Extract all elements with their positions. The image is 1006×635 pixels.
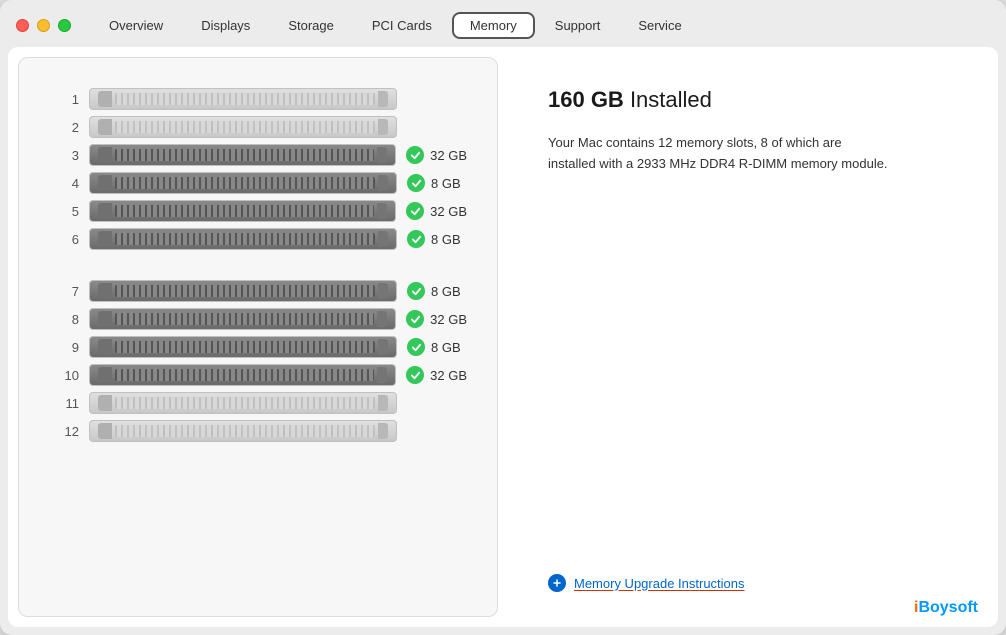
tab-displays[interactable]: Displays [183,12,268,39]
slot-bar-1 [89,88,397,110]
slot-size-7: 8 GB [431,284,461,299]
slot-status-10: 32 GB [406,366,467,384]
tab-memory-wrapper: Memory [452,12,535,39]
tab-bar: Overview Displays Storage PCI Cards Memo… [91,12,990,39]
slot-number-6: 6 [59,232,79,247]
slot-row-7: 7 8 GB [59,280,467,302]
link-icon [548,574,566,592]
slot-group-1: 1 2 [59,88,467,250]
memory-upgrade-label[interactable]: Memory Upgrade Instructions [574,576,745,591]
tab-support[interactable]: Support [537,12,619,39]
slot-status-4: 8 GB [407,174,467,192]
slot-bar-7 [89,280,397,302]
slot-group-2: 7 8 GB [59,280,467,442]
slot-status-3: 32 GB [406,146,467,164]
memory-installed-title: 160 GB Installed [548,87,958,113]
tab-pci-cards[interactable]: PCI Cards [354,12,450,39]
slot-size-4: 8 GB [431,176,461,191]
slot-number-10: 10 [59,368,79,383]
slot-size-5: 32 GB [430,204,467,219]
iboysoft-text: Boysoft [918,599,978,616]
slot-size-3: 32 GB [430,148,467,163]
slot-number-7: 7 [59,284,79,299]
slot-bar-3 [89,144,396,166]
slot-check-icon-5 [406,202,424,220]
slot-number-4: 4 [59,176,79,191]
slot-number-3: 3 [59,148,79,163]
close-button[interactable] [16,19,29,32]
slot-check-icon-9 [407,338,425,356]
slot-row-9: 9 8 GB [59,336,467,358]
slot-row-1: 1 [59,88,467,110]
slot-number-5: 5 [59,204,79,219]
slot-size-8: 32 GB [430,312,467,327]
slot-bar-10 [89,364,396,386]
slot-number-8: 8 [59,312,79,327]
slot-size-6: 8 GB [431,232,461,247]
tab-storage[interactable]: Storage [270,12,352,39]
slot-status-6: 8 GB [407,230,467,248]
memory-upgrade-link[interactable]: Memory Upgrade Instructions [548,574,745,592]
slot-bar-8 [89,308,396,330]
slot-status-5: 32 GB [406,202,467,220]
memory-slots-panel: 1 2 [18,57,498,617]
slot-row-3: 3 32 GB [59,144,467,166]
slot-status-9: 8 GB [407,338,467,356]
content-area: 1 2 [8,47,998,627]
slot-number-1: 1 [59,92,79,107]
slot-row-11: 11 [59,392,467,414]
memory-info-panel: 160 GB Installed Your Mac contains 12 me… [508,47,998,627]
traffic-lights [16,19,71,32]
memory-description: Your Mac contains 12 memory slots, 8 of … [548,133,888,175]
slot-size-9: 8 GB [431,340,461,355]
iboysoft-badge: iBoysoft [914,599,978,617]
memory-size: 160 GB [548,87,624,112]
slot-bar-11 [89,392,397,414]
slot-bar-12 [89,420,397,442]
slot-number-11: 11 [59,396,79,411]
slot-bar-5 [89,200,396,222]
slot-row-4: 4 8 GB [59,172,467,194]
slot-row-6: 6 8 GB [59,228,467,250]
main-window: Overview Displays Storage PCI Cards Memo… [0,0,1006,635]
slot-row-2: 2 [59,116,467,138]
slot-check-icon-8 [406,310,424,328]
slot-number-9: 9 [59,340,79,355]
slot-bar-9 [89,336,397,358]
tab-memory[interactable]: Memory [452,12,535,39]
titlebar: Overview Displays Storage PCI Cards Memo… [0,0,1006,39]
slot-row-5: 5 32 GB [59,200,467,222]
tab-overview[interactable]: Overview [91,12,181,39]
slot-check-icon-7 [407,282,425,300]
slot-status-8: 32 GB [406,310,467,328]
slot-number-12: 12 [59,424,79,439]
maximize-button[interactable] [58,19,71,32]
slot-row-8: 8 32 GB [59,308,467,330]
slot-number-2: 2 [59,120,79,135]
slot-size-10: 32 GB [430,368,467,383]
slot-row-10: 10 32 GB [59,364,467,386]
slot-bar-2 [89,116,397,138]
slot-check-icon-6 [407,230,425,248]
slot-bar-6 [89,228,397,250]
slot-check-icon-4 [407,174,425,192]
slot-check-icon-10 [406,366,424,384]
tab-service[interactable]: Service [620,12,699,39]
memory-installed-suffix: Installed [624,87,712,112]
slot-status-7: 8 GB [407,282,467,300]
slot-bar-4 [89,172,397,194]
slot-row-12: 12 [59,420,467,442]
slot-check-icon-3 [406,146,424,164]
minimize-button[interactable] [37,19,50,32]
